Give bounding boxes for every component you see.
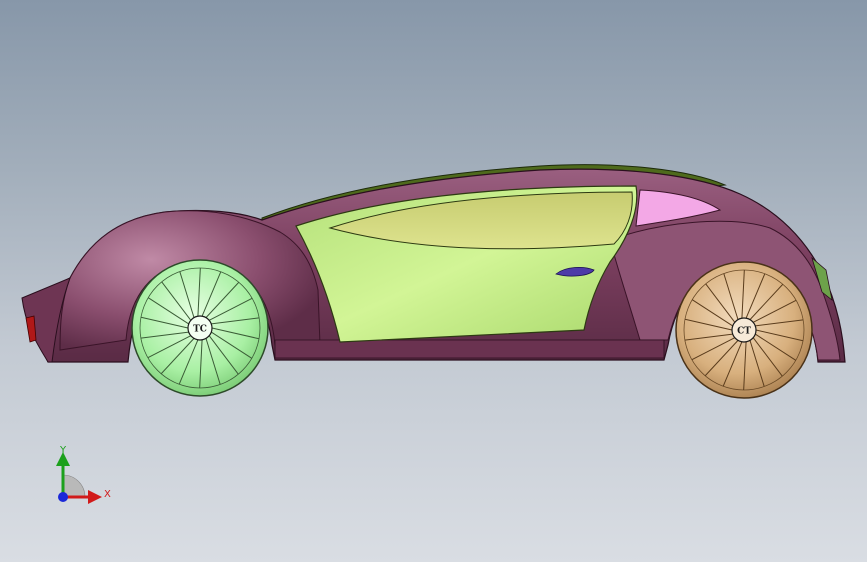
3d-model-view[interactable]: TC CT Y X: [0, 0, 867, 562]
z-axis-dot: [58, 492, 68, 502]
rear-wheel[interactable]: CT: [675, 261, 813, 399]
x-axis-arrow: [88, 490, 102, 504]
rear-hub-label: CT: [737, 327, 751, 337]
front-hub-label: TC: [193, 325, 207, 335]
graphics-viewport[interactable]: TC CT Y X: [0, 0, 867, 562]
y-axis-label: Y: [59, 445, 67, 456]
axis-triad: Y X: [56, 445, 111, 504]
x-axis-label: X: [104, 489, 111, 500]
front-wheel[interactable]: TC: [131, 259, 269, 397]
headlight[interactable]: [25, 315, 37, 343]
side-skirt: [274, 339, 665, 359]
